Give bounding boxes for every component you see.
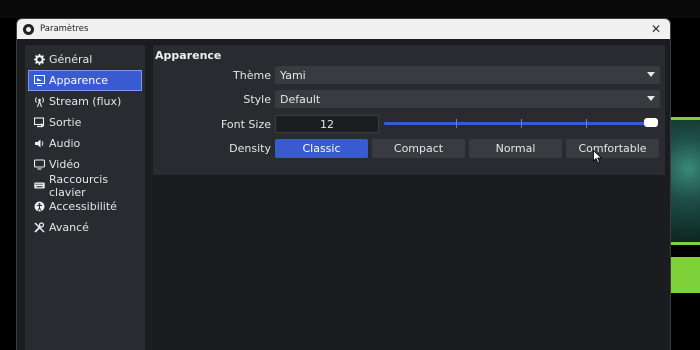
chevron-down-icon: [647, 72, 655, 77]
font-size-input[interactable]: 12: [275, 115, 379, 133]
background-preview-thumbnail: [668, 117, 700, 245]
sidebar-item-hotkeys[interactable]: Raccourcis clavier: [28, 172, 142, 199]
font-size-slider[interactable]: [384, 118, 658, 130]
slider-tick: [586, 119, 587, 128]
gear-icon: [34, 54, 45, 65]
density-comfortable-button[interactable]: Comfortable: [566, 139, 659, 158]
window-title: Paramètres: [40, 24, 89, 34]
accessibility-icon: [34, 201, 45, 212]
sidebar-item-audio[interactable]: Audio: [28, 133, 142, 154]
sidebar-item-label: Sortie: [49, 116, 82, 129]
sidebar-item-label: Raccourcis clavier: [49, 172, 109, 199]
monitor-icon: [34, 159, 45, 170]
font-size-label: Font Size: [220, 118, 271, 131]
keyboard-icon: [34, 180, 45, 191]
density-normal-button[interactable]: Normal: [469, 139, 562, 158]
density-classic-button[interactable]: Classic: [275, 139, 368, 158]
sidebar-item-advanced[interactable]: Avancé: [28, 217, 142, 238]
settings-window: Paramètres ✕ Général Apparence Stream (f…: [16, 18, 671, 350]
app-logo-icon: [23, 23, 34, 35]
settings-body: Général Apparence Stream (flux) Sortie A…: [17, 39, 670, 350]
output-icon: [34, 117, 45, 128]
background-preview-thumbnail-2: [668, 257, 700, 293]
title-bar: Paramètres ✕: [17, 19, 670, 39]
sidebar-item-appearance[interactable]: Apparence: [28, 70, 142, 91]
sidebar-item-label: Accessibilité: [49, 200, 117, 213]
theme-select[interactable]: Yami: [275, 66, 660, 84]
sidebar-item-accessibility[interactable]: Accessibilité: [28, 196, 142, 217]
section-title: Apparence: [155, 49, 222, 62]
style-label: Style: [243, 93, 271, 106]
sidebar-item-label: Apparence: [49, 74, 109, 87]
appearance-icon: [34, 75, 45, 86]
theme-value: Yami: [280, 68, 306, 82]
close-button[interactable]: ✕: [648, 21, 664, 37]
antenna-icon: [34, 96, 45, 107]
style-select[interactable]: Default: [275, 90, 660, 108]
tools-icon: [34, 222, 45, 233]
style-value: Default: [280, 92, 321, 106]
sidebar-item-label: Avancé: [49, 221, 89, 234]
slider-tick: [521, 119, 522, 128]
background-app: [0, 0, 700, 18]
density-label: Density: [229, 142, 271, 155]
density-compact-button[interactable]: Compact: [372, 139, 465, 158]
chevron-down-icon: [647, 96, 655, 101]
sidebar-item-label: Audio: [49, 137, 81, 150]
screen: Paramètres ✕ Général Apparence Stream (f…: [0, 0, 700, 350]
sidebar-item-output[interactable]: Sortie: [28, 112, 142, 133]
slider-track: [384, 122, 650, 125]
settings-sidebar: Général Apparence Stream (flux) Sortie A…: [25, 45, 145, 350]
sidebar-item-label: Vidéo: [49, 158, 80, 171]
speaker-icon: [34, 138, 45, 149]
sidebar-item-label: Stream (flux): [49, 95, 122, 108]
sidebar-item-general[interactable]: Général: [28, 49, 142, 70]
slider-tick: [456, 119, 457, 128]
sidebar-item-label: Général: [49, 53, 93, 66]
slider-thumb[interactable]: [644, 118, 658, 127]
appearance-panel: Apparence Thème Yami Style Default Font …: [153, 45, 665, 175]
sidebar-item-stream[interactable]: Stream (flux): [28, 91, 142, 112]
theme-label: Thème: [233, 69, 271, 82]
